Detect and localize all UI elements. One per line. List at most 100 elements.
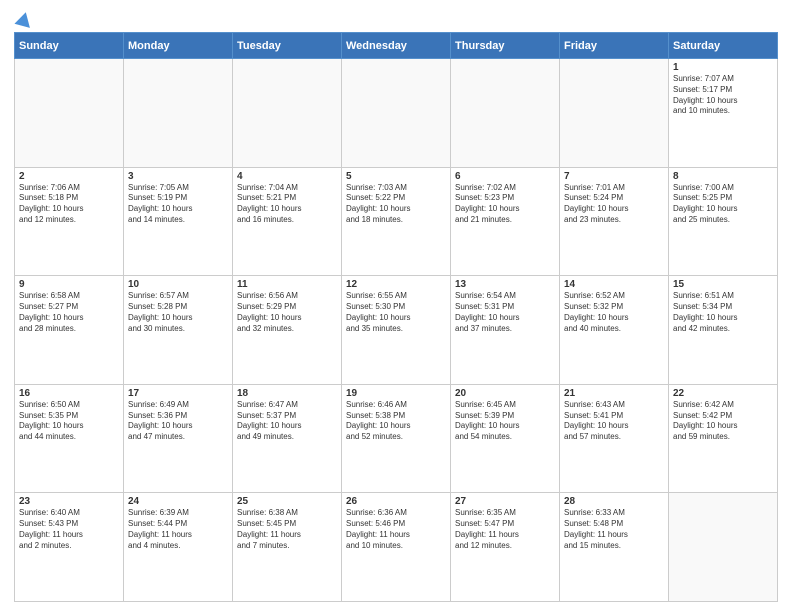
day-detail: Sunrise: 7:02 AM Sunset: 5:23 PM Dayligh… <box>455 183 555 226</box>
day-number: 1 <box>673 62 773 73</box>
weekday-header-tuesday: Tuesday <box>233 33 342 59</box>
calendar-cell: 2Sunrise: 7:06 AM Sunset: 5:18 PM Daylig… <box>15 167 124 276</box>
day-detail: Sunrise: 7:05 AM Sunset: 5:19 PM Dayligh… <box>128 183 228 226</box>
calendar-cell: 26Sunrise: 6:36 AM Sunset: 5:46 PM Dayli… <box>342 493 451 602</box>
weekday-header-saturday: Saturday <box>669 33 778 59</box>
calendar-cell: 22Sunrise: 6:42 AM Sunset: 5:42 PM Dayli… <box>669 384 778 493</box>
weekday-header-monday: Monday <box>124 33 233 59</box>
day-detail: Sunrise: 6:57 AM Sunset: 5:28 PM Dayligh… <box>128 291 228 334</box>
logo-text <box>14 12 32 26</box>
calendar-cell: 24Sunrise: 6:39 AM Sunset: 5:44 PM Dayli… <box>124 493 233 602</box>
calendar: SundayMondayTuesdayWednesdayThursdayFrid… <box>14 32 778 602</box>
calendar-cell: 14Sunrise: 6:52 AM Sunset: 5:32 PM Dayli… <box>560 276 669 385</box>
day-detail: Sunrise: 6:56 AM Sunset: 5:29 PM Dayligh… <box>237 291 337 334</box>
day-number: 16 <box>19 388 119 399</box>
day-number: 28 <box>564 496 664 507</box>
calendar-cell: 18Sunrise: 6:47 AM Sunset: 5:37 PM Dayli… <box>233 384 342 493</box>
calendar-cell: 10Sunrise: 6:57 AM Sunset: 5:28 PM Dayli… <box>124 276 233 385</box>
day-number: 20 <box>455 388 555 399</box>
day-detail: Sunrise: 6:39 AM Sunset: 5:44 PM Dayligh… <box>128 508 228 551</box>
calendar-week-1: 2Sunrise: 7:06 AM Sunset: 5:18 PM Daylig… <box>15 167 778 276</box>
calendar-cell: 16Sunrise: 6:50 AM Sunset: 5:35 PM Dayli… <box>15 384 124 493</box>
day-detail: Sunrise: 6:40 AM Sunset: 5:43 PM Dayligh… <box>19 508 119 551</box>
weekday-header-row: SundayMondayTuesdayWednesdayThursdayFrid… <box>15 33 778 59</box>
calendar-cell: 19Sunrise: 6:46 AM Sunset: 5:38 PM Dayli… <box>342 384 451 493</box>
page: SundayMondayTuesdayWednesdayThursdayFrid… <box>0 0 792 612</box>
calendar-cell: 11Sunrise: 6:56 AM Sunset: 5:29 PM Dayli… <box>233 276 342 385</box>
day-number: 8 <box>673 171 773 182</box>
day-detail: Sunrise: 6:50 AM Sunset: 5:35 PM Dayligh… <box>19 400 119 443</box>
weekday-header-wednesday: Wednesday <box>342 33 451 59</box>
calendar-cell: 5Sunrise: 7:03 AM Sunset: 5:22 PM Daylig… <box>342 167 451 276</box>
day-detail: Sunrise: 6:51 AM Sunset: 5:34 PM Dayligh… <box>673 291 773 334</box>
calendar-cell: 17Sunrise: 6:49 AM Sunset: 5:36 PM Dayli… <box>124 384 233 493</box>
day-detail: Sunrise: 6:55 AM Sunset: 5:30 PM Dayligh… <box>346 291 446 334</box>
day-number: 12 <box>346 279 446 290</box>
day-detail: Sunrise: 6:33 AM Sunset: 5:48 PM Dayligh… <box>564 508 664 551</box>
calendar-cell: 27Sunrise: 6:35 AM Sunset: 5:47 PM Dayli… <box>451 493 560 602</box>
calendar-cell: 20Sunrise: 6:45 AM Sunset: 5:39 PM Dayli… <box>451 384 560 493</box>
day-detail: Sunrise: 6:49 AM Sunset: 5:36 PM Dayligh… <box>128 400 228 443</box>
weekday-header-thursday: Thursday <box>451 33 560 59</box>
day-detail: Sunrise: 6:45 AM Sunset: 5:39 PM Dayligh… <box>455 400 555 443</box>
calendar-cell <box>124 59 233 168</box>
day-detail: Sunrise: 7:04 AM Sunset: 5:21 PM Dayligh… <box>237 183 337 226</box>
calendar-cell <box>342 59 451 168</box>
day-detail: Sunrise: 6:35 AM Sunset: 5:47 PM Dayligh… <box>455 508 555 551</box>
day-number: 13 <box>455 279 555 290</box>
day-detail: Sunrise: 7:06 AM Sunset: 5:18 PM Dayligh… <box>19 183 119 226</box>
day-number: 15 <box>673 279 773 290</box>
calendar-cell <box>560 59 669 168</box>
weekday-header-friday: Friday <box>560 33 669 59</box>
day-number: 5 <box>346 171 446 182</box>
day-detail: Sunrise: 6:47 AM Sunset: 5:37 PM Dayligh… <box>237 400 337 443</box>
day-number: 19 <box>346 388 446 399</box>
day-number: 14 <box>564 279 664 290</box>
calendar-cell: 6Sunrise: 7:02 AM Sunset: 5:23 PM Daylig… <box>451 167 560 276</box>
day-detail: Sunrise: 6:58 AM Sunset: 5:27 PM Dayligh… <box>19 291 119 334</box>
calendar-cell: 1Sunrise: 7:07 AM Sunset: 5:17 PM Daylig… <box>669 59 778 168</box>
day-number: 10 <box>128 279 228 290</box>
calendar-cell <box>451 59 560 168</box>
day-number: 27 <box>455 496 555 507</box>
day-number: 9 <box>19 279 119 290</box>
day-detail: Sunrise: 7:07 AM Sunset: 5:17 PM Dayligh… <box>673 74 773 117</box>
day-number: 26 <box>346 496 446 507</box>
calendar-cell: 21Sunrise: 6:43 AM Sunset: 5:41 PM Dayli… <box>560 384 669 493</box>
day-number: 23 <box>19 496 119 507</box>
calendar-cell: 9Sunrise: 6:58 AM Sunset: 5:27 PM Daylig… <box>15 276 124 385</box>
day-detail: Sunrise: 6:54 AM Sunset: 5:31 PM Dayligh… <box>455 291 555 334</box>
logo <box>14 12 32 26</box>
calendar-cell <box>15 59 124 168</box>
day-detail: Sunrise: 7:03 AM Sunset: 5:22 PM Dayligh… <box>346 183 446 226</box>
day-number: 25 <box>237 496 337 507</box>
day-number: 3 <box>128 171 228 182</box>
calendar-cell <box>233 59 342 168</box>
calendar-cell: 12Sunrise: 6:55 AM Sunset: 5:30 PM Dayli… <box>342 276 451 385</box>
calendar-cell: 7Sunrise: 7:01 AM Sunset: 5:24 PM Daylig… <box>560 167 669 276</box>
day-number: 24 <box>128 496 228 507</box>
day-detail: Sunrise: 6:38 AM Sunset: 5:45 PM Dayligh… <box>237 508 337 551</box>
day-number: 7 <box>564 171 664 182</box>
calendar-week-4: 23Sunrise: 6:40 AM Sunset: 5:43 PM Dayli… <box>15 493 778 602</box>
day-number: 11 <box>237 279 337 290</box>
calendar-week-3: 16Sunrise: 6:50 AM Sunset: 5:35 PM Dayli… <box>15 384 778 493</box>
day-number: 18 <box>237 388 337 399</box>
day-detail: Sunrise: 6:42 AM Sunset: 5:42 PM Dayligh… <box>673 400 773 443</box>
calendar-cell: 13Sunrise: 6:54 AM Sunset: 5:31 PM Dayli… <box>451 276 560 385</box>
day-detail: Sunrise: 7:00 AM Sunset: 5:25 PM Dayligh… <box>673 183 773 226</box>
calendar-cell: 25Sunrise: 6:38 AM Sunset: 5:45 PM Dayli… <box>233 493 342 602</box>
day-detail: Sunrise: 6:43 AM Sunset: 5:41 PM Dayligh… <box>564 400 664 443</box>
calendar-cell: 15Sunrise: 6:51 AM Sunset: 5:34 PM Dayli… <box>669 276 778 385</box>
day-detail: Sunrise: 7:01 AM Sunset: 5:24 PM Dayligh… <box>564 183 664 226</box>
calendar-cell <box>669 493 778 602</box>
calendar-week-0: 1Sunrise: 7:07 AM Sunset: 5:17 PM Daylig… <box>15 59 778 168</box>
day-number: 22 <box>673 388 773 399</box>
calendar-cell: 23Sunrise: 6:40 AM Sunset: 5:43 PM Dayli… <box>15 493 124 602</box>
day-number: 2 <box>19 171 119 182</box>
calendar-cell: 28Sunrise: 6:33 AM Sunset: 5:48 PM Dayli… <box>560 493 669 602</box>
day-number: 6 <box>455 171 555 182</box>
calendar-cell: 8Sunrise: 7:00 AM Sunset: 5:25 PM Daylig… <box>669 167 778 276</box>
day-detail: Sunrise: 6:36 AM Sunset: 5:46 PM Dayligh… <box>346 508 446 551</box>
day-number: 4 <box>237 171 337 182</box>
